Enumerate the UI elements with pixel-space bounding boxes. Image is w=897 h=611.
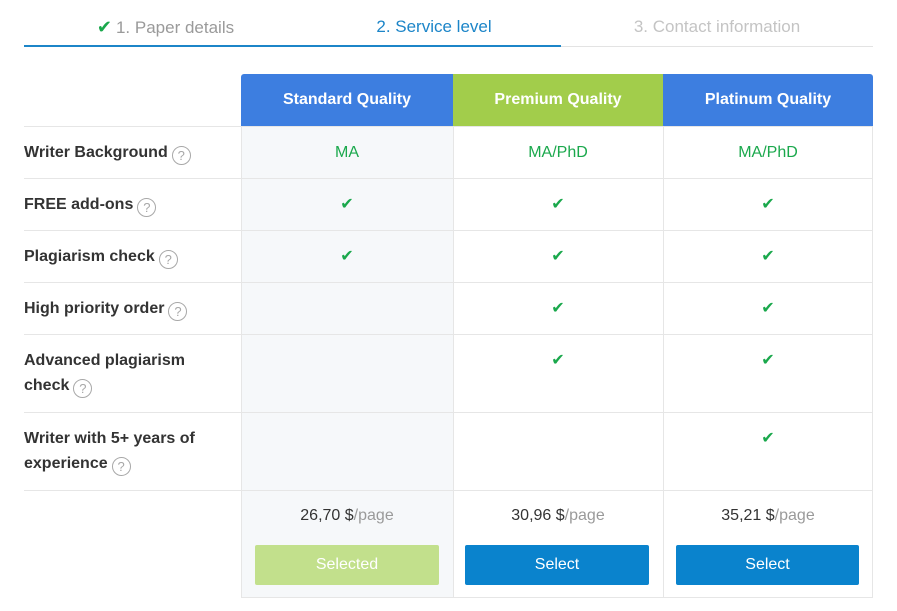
check-icon <box>453 413 663 490</box>
premium-select-button[interactable]: Select <box>465 545 649 585</box>
check-icon: ✔ <box>551 352 565 369</box>
check-icon: ✔ <box>761 248 775 265</box>
table-row: Plagiarism check? ✔ ✔ ✔ <box>24 230 873 282</box>
row-label: High priority order? <box>24 283 229 321</box>
checkmark-icon: ✔ <box>96 17 112 37</box>
step-label: 1. Paper details <box>115 18 235 37</box>
table-row: FREE add-ons? ✔ ✔ ✔ <box>24 178 873 230</box>
step-label: 3. Contact information <box>633 17 801 36</box>
row-label: FREE add-ons? <box>24 179 229 217</box>
row-label: Writer with 5+ years of experience? <box>24 430 195 476</box>
check-icon <box>241 283 453 334</box>
cell-value: MA/PhD <box>528 144 588 161</box>
check-icon <box>241 413 453 490</box>
row-label: Plagiarism check? <box>24 231 229 269</box>
table-row: High priority order? ✔ ✔ <box>24 282 873 334</box>
cell-value: MA/PhD <box>738 144 798 161</box>
help-icon[interactable]: ? <box>158 250 178 269</box>
help-icon[interactable]: ? <box>137 198 157 217</box>
progress-steps: ✔ 1. Paper details 2. Service level 3. Co… <box>24 0 873 48</box>
check-icon: ✔ <box>551 300 565 317</box>
row-label: Advanced plagiarism check? <box>24 352 185 398</box>
check-icon: ✔ <box>761 300 775 317</box>
check-icon: ✔ <box>761 352 775 369</box>
help-icon[interactable]: ? <box>171 146 191 165</box>
cell-value: MA <box>335 144 359 161</box>
step-label: 2. Service level <box>376 17 492 36</box>
help-icon[interactable]: ? <box>168 302 188 321</box>
check-icon: ✔ <box>340 196 354 213</box>
check-icon: ✔ <box>551 248 565 265</box>
row-label: Writer Background? <box>24 127 229 165</box>
help-icon[interactable]: ? <box>73 379 93 398</box>
step-paper-details[interactable]: ✔ 1. Paper details <box>24 16 307 38</box>
price-platinum: 35,21 $/page <box>721 507 815 524</box>
table-row: Advanced plagiarism check? ✔ ✔ <box>24 334 873 412</box>
check-icon: ✔ <box>761 196 775 213</box>
plan-header-standard: Standard Quality <box>241 74 453 126</box>
platinum-select-button[interactable]: Select <box>676 545 859 585</box>
table-row: Writer with 5+ years of experience? ✔ <box>24 412 873 490</box>
price-row: 26,70 $/page 30,96 $/page 35,21 $/page S… <box>24 490 873 598</box>
standard-selected-button[interactable]: Selected <box>255 545 439 585</box>
check-icon: ✔ <box>551 196 565 213</box>
step-service-level[interactable]: 2. Service level <box>307 16 561 38</box>
table-row: Writer Background? MA MA/PhD MA/PhD <box>24 126 873 178</box>
help-icon[interactable]: ? <box>111 457 131 476</box>
plan-header-platinum: Platinum Quality <box>663 74 873 126</box>
check-icon: ✔ <box>761 430 775 447</box>
check-icon <box>241 335 453 412</box>
step-contact-information[interactable]: 3. Contact information <box>561 16 873 38</box>
check-icon: ✔ <box>340 248 354 265</box>
steps-progress-line <box>24 45 561 47</box>
price-premium: 30,96 $/page <box>511 507 605 524</box>
plan-header-premium: Premium Quality <box>453 74 663 126</box>
price-standard: 26,70 $/page <box>300 507 394 524</box>
